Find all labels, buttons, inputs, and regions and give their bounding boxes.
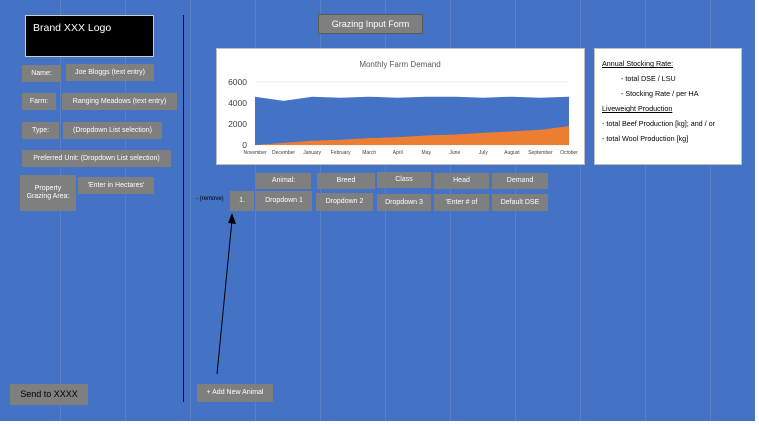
head-column-header: Head — [434, 173, 489, 189]
form-canvas: Brand XXX Logo Name: Joe Bloggs (text en… — [0, 0, 759, 425]
x-tick-label: March — [362, 150, 376, 156]
production-item-wool: - total Wool Production [kg] — [602, 134, 689, 143]
animal-dropdown[interactable]: Dropdown 1 — [256, 191, 312, 211]
x-tick-label: April — [393, 150, 403, 156]
y-tick-label: 4000 — [228, 98, 247, 108]
stocking-item-dse: - total DSE / LSU — [621, 74, 676, 83]
preferred-unit-dropdown[interactable]: Preferred Unit: (Dropdown List selection… — [22, 150, 171, 167]
y-tick-label: 0 — [242, 140, 247, 150]
x-tick-label: June — [449, 150, 460, 156]
production-heading: Liveweight Production — [602, 104, 673, 113]
stocking-rate-heading: Annual Stocking Rate: — [602, 59, 674, 68]
x-tick-label: May — [422, 150, 432, 156]
x-tick-label: October — [560, 150, 578, 156]
x-tick-label: August — [504, 150, 520, 156]
grazing-area-label: Property Grazing Area: — [20, 175, 76, 211]
remove-row-link[interactable]: - (remove) — [196, 196, 224, 202]
demand-column-header: Demand — [492, 173, 548, 189]
page-title: Grazing Input Form — [318, 14, 423, 34]
farm-field[interactable]: Ranging Meadows (text entry) — [62, 93, 177, 110]
add-animal-arrow — [216, 213, 236, 375]
grazing-area-field[interactable]: 'Enter in Hectares' — [78, 177, 154, 194]
farm-label: Farm: — [22, 93, 56, 110]
x-tick-label: November — [243, 150, 266, 156]
row-index: 1. — [230, 191, 254, 211]
chart-title: Monthly Farm Demand — [359, 60, 440, 69]
class-dropdown[interactable]: Dropdown 3 — [377, 194, 431, 211]
add-new-animal-button[interactable]: + Add New Animal — [197, 384, 273, 402]
send-button[interactable]: Send to XXXX — [10, 384, 88, 405]
chart-panel: Monthly Farm Demand 0 2000 4000 6000 Novemb… — [216, 48, 585, 165]
class-column-header: Class — [377, 172, 431, 188]
type-dropdown[interactable]: (Dropdown List selection) — [63, 122, 162, 139]
y-tick-label: 2000 — [228, 119, 247, 129]
brand-logo: Brand XXX Logo — [25, 15, 154, 57]
type-label: Type: — [22, 122, 59, 139]
stocking-item-rate: - Stocking Rate / per HA — [621, 89, 699, 98]
name-field[interactable]: Joe Bloggs (text entry) — [66, 64, 154, 81]
sheet-edge-bottom — [0, 421, 759, 425]
animal-column-header: Animal: — [256, 173, 311, 189]
grid-line — [60, 0, 61, 425]
panel-divider — [183, 15, 184, 402]
production-item-beef: - total Beef Production [kg]; and / or — [602, 119, 716, 128]
x-tick-label: February — [331, 150, 352, 156]
x-tick-label: July — [479, 150, 488, 156]
x-tick-label: December — [272, 150, 295, 156]
demand-field[interactable]: Default DSE — [492, 194, 548, 211]
breed-dropdown[interactable]: Dropdown 2 — [316, 193, 373, 211]
sheet-edge-right — [755, 0, 759, 425]
breed-column-header: Breed — [317, 173, 375, 189]
x-tick-label: January — [303, 150, 321, 156]
head-count-field[interactable]: 'Enter # of — [434, 194, 489, 211]
results-summary-card: Annual Stocking Rate: - total DSE / LSU … — [594, 48, 742, 165]
grid-line — [190, 0, 191, 425]
name-label: Name: — [22, 65, 61, 82]
x-tick-label: September — [528, 150, 553, 156]
y-tick-label: 6000 — [228, 77, 247, 87]
monthly-demand-chart: Monthly Farm Demand 0 2000 4000 6000 Novemb… — [228, 60, 578, 156]
